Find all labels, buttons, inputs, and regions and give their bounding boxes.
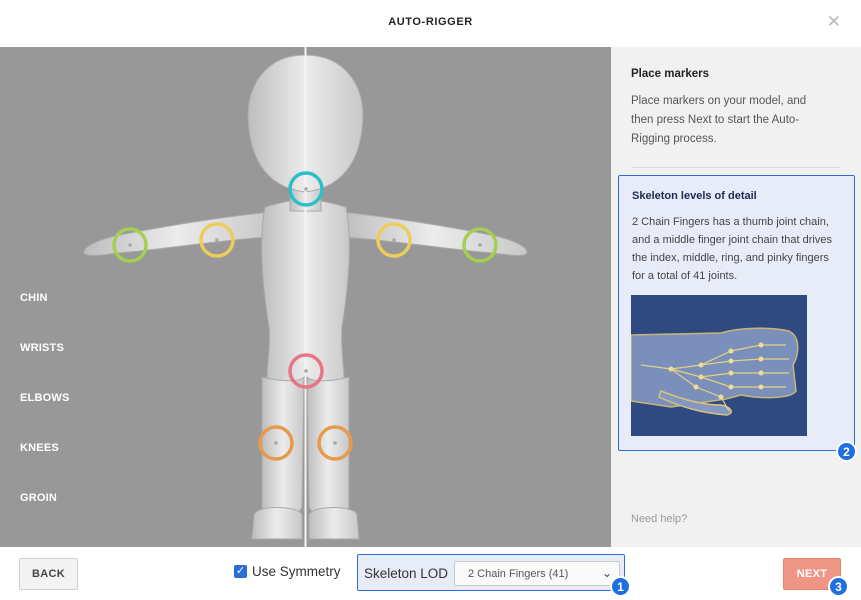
character-model: [83, 47, 528, 547]
use-symmetry-checkbox[interactable]: ✓ Use Symmetry: [234, 564, 341, 579]
marker-list: CHIN WRISTS ELBOWS KNEES GROIN: [20, 292, 69, 542]
dialog-title: AUTO-RIGGER: [388, 16, 473, 28]
skeleton-lod-value: 2 Chain Fingers (41): [468, 568, 569, 580]
skeleton-lod-group: Skeleton LOD 2 Chain Fingers (41) ⌄: [357, 554, 625, 591]
lod-card-heading: Skeleton levels of detail: [632, 190, 757, 202]
panel-description: Place markers on your model, and then pr…: [631, 95, 807, 145]
model-viewport[interactable]: CHIN WRISTS ELBOWS KNEES GROIN: [0, 47, 611, 547]
marker-label-groin[interactable]: GROIN: [20, 492, 69, 542]
hand-skeleton-image: [631, 295, 807, 436]
skeleton-lod-label: Skeleton LOD: [364, 566, 449, 581]
marker-label-chin[interactable]: CHIN: [20, 292, 69, 342]
marker-label-elbows[interactable]: ELBOWS: [20, 392, 69, 442]
lod-info-card: Skeleton levels of detail 2 Chain Finger…: [618, 175, 855, 451]
dialog-footer: BACK ✓ Use Symmetry Skeleton LOD 2 Chain…: [0, 547, 861, 600]
instructions-panel: Place markers Place markers on your mode…: [611, 47, 861, 547]
panel-heading: Place markers: [631, 68, 710, 80]
checkbox-checked-icon[interactable]: ✓: [234, 565, 247, 578]
marker-label-wrists[interactable]: WRISTS: [20, 342, 69, 392]
help-link[interactable]: Need help?: [631, 513, 687, 525]
skeleton-lod-select[interactable]: 2 Chain Fingers (41) ⌄: [454, 561, 620, 586]
step-badge-3: 3: [828, 576, 849, 597]
chevron-down-icon: ⌄: [601, 566, 612, 580]
step-badge-2: 2: [836, 441, 857, 462]
close-icon[interactable]: ✕: [827, 13, 841, 30]
dialog-header: AUTO-RIGGER ✕: [0, 0, 861, 47]
step-badge-1: 1: [610, 576, 631, 597]
marker-label-knees[interactable]: KNEES: [20, 442, 69, 492]
use-symmetry-label: Use Symmetry: [252, 564, 341, 579]
lod-card-description: 2 Chain Fingers has a thumb joint chain,…: [632, 216, 832, 282]
back-button[interactable]: BACK: [19, 558, 78, 590]
divider: [631, 167, 841, 168]
